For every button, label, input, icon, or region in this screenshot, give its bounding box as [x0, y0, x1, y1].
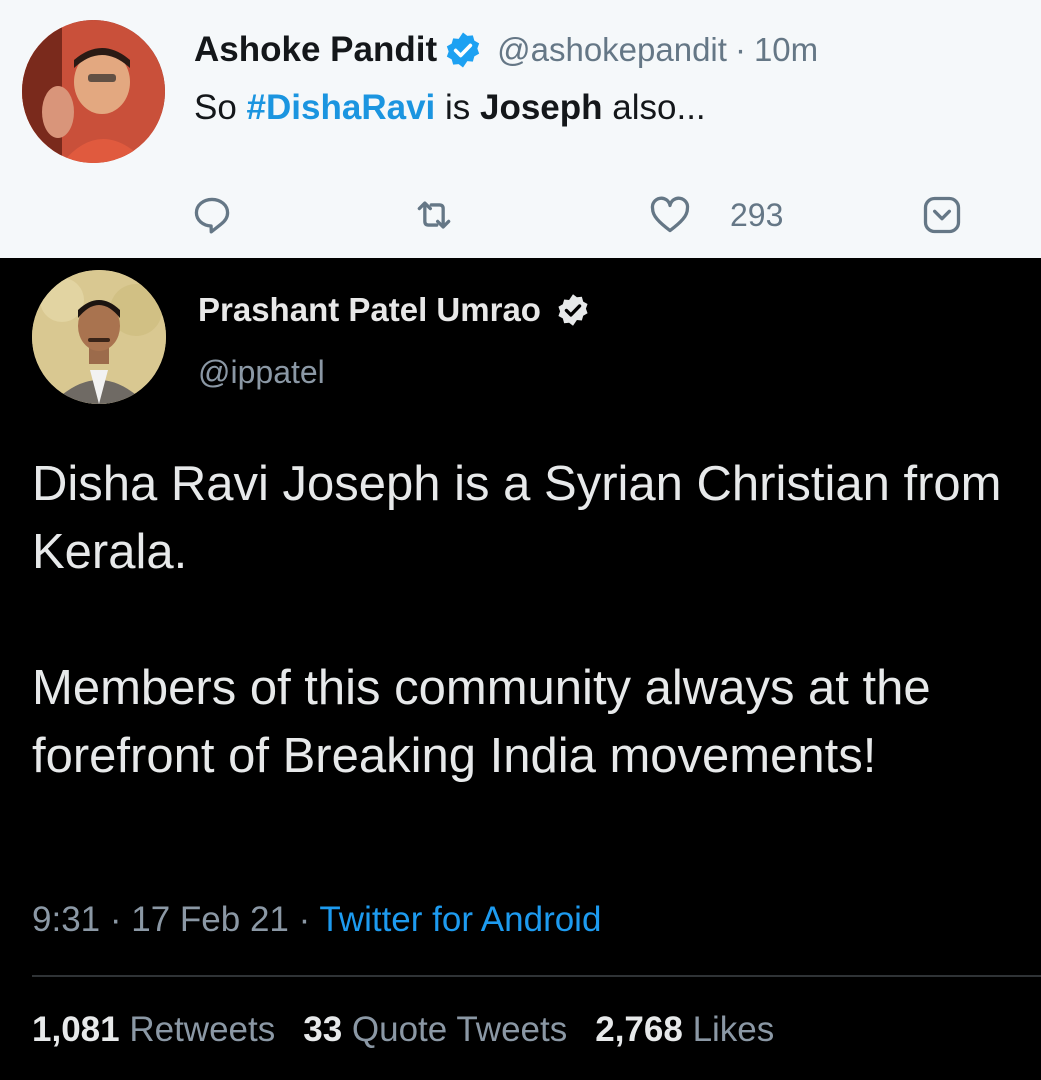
retweets-label: Retweets	[129, 1010, 276, 1049]
quoted-avatar[interactable]	[32, 270, 166, 404]
likes-count: 2,768	[595, 1010, 683, 1049]
timestamp[interactable]: 10m	[754, 31, 818, 69]
quoted-author-name[interactable]: Prashant Patel Umrao	[198, 291, 541, 329]
tweet-paragraph: Disha Ravi Joseph is a Syrian Christian …	[32, 457, 1002, 579]
separator-dot: ·	[734, 31, 746, 68]
reply-button[interactable]	[190, 192, 234, 238]
tweet-time[interactable]: 9:31	[32, 900, 100, 939]
likes-stat[interactable]: 2,768 Likes	[595, 1010, 774, 1049]
avatar-photo	[32, 270, 166, 404]
tweet-source-link[interactable]: Twitter for Android	[319, 900, 601, 939]
tweet-meta: 9:31 · 17 Feb 21 · Twitter for Android	[32, 900, 601, 940]
quoted-author-handle[interactable]: @ippatel	[198, 354, 325, 391]
tweet-text: So #DishaRavi is Joseph also...	[194, 88, 706, 128]
tweet-date[interactable]: 17 Feb 21	[131, 900, 289, 939]
heart-icon	[650, 196, 690, 233]
text-suffix: also...	[602, 88, 706, 127]
quotes-label: Quote Tweets	[351, 1010, 568, 1049]
quoted-tweet-text: Disha Ravi Joseph is a Syrian Christian …	[32, 450, 1022, 790]
retweet-button[interactable]	[412, 192, 456, 238]
tweet-stats: 1,081 Retweets 33 Quote Tweets 2,768 Likes	[32, 1010, 774, 1050]
separator-dot: ·	[109, 900, 122, 939]
avatar-photo	[22, 20, 165, 163]
author-name[interactable]: Ashoke Pandit	[194, 30, 437, 70]
tweet-paragraph: Members of this community always at the …	[32, 661, 931, 783]
tweet: Ashoke Pandit @ashokepandit · 10m So #Di…	[0, 0, 1041, 258]
text-bold: Joseph	[480, 88, 603, 127]
quoted-header: Prashant Patel Umrao	[198, 286, 591, 334]
like-count: 293	[730, 196, 784, 233]
retweets-count: 1,081	[32, 1010, 120, 1049]
retweet-icon	[417, 201, 451, 229]
more-options-button[interactable]	[920, 192, 964, 238]
tweet-header: Ashoke Pandit @ashokepandit · 10m	[194, 26, 818, 74]
text-prefix: So	[194, 88, 247, 127]
likes-label: Likes	[692, 1010, 775, 1049]
reply-icon	[194, 197, 230, 234]
quoted-tweet[interactable]: Prashant Patel Umrao @ippatel Disha Ravi…	[0, 258, 1041, 1080]
author-handle[interactable]: @ashokepandit	[497, 31, 727, 69]
verified-badge-icon	[446, 32, 480, 68]
avatar[interactable]	[22, 20, 165, 163]
hashtag-link[interactable]: #DishaRavi	[247, 88, 436, 127]
quote-tweets-stat[interactable]: 33 Quote Tweets	[303, 1010, 567, 1049]
like-button[interactable]: 293	[648, 192, 783, 238]
quotes-count: 33	[303, 1010, 343, 1049]
divider	[32, 975, 1041, 977]
separator-dot: ·	[298, 900, 311, 939]
chevron-down-icon	[923, 196, 961, 234]
text-mid: is	[435, 88, 480, 127]
retweets-stat[interactable]: 1,081 Retweets	[32, 1010, 275, 1049]
verified-badge-icon	[558, 294, 588, 326]
